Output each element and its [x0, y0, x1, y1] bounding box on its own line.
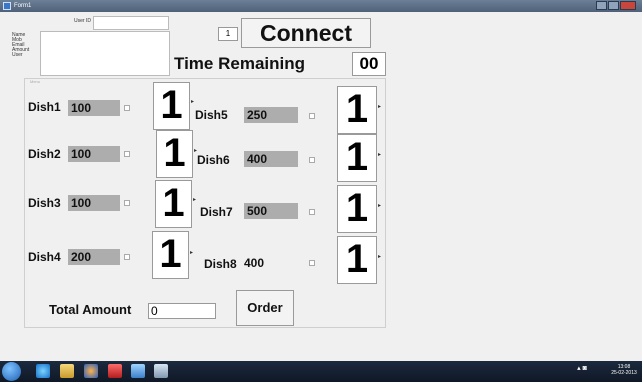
start-button[interactable]: [2, 362, 21, 381]
window-titlebar[interactable]: [0, 0, 642, 12]
tray-icons[interactable]: ▴ ◙: [576, 365, 588, 372]
menu-group-caption: Menu: [30, 79, 41, 84]
dish7-checkbox[interactable]: [309, 209, 315, 215]
ie-icon[interactable]: [36, 364, 50, 378]
dish3-checkbox[interactable]: [124, 200, 130, 206]
dish3-label: Dish3: [28, 196, 61, 210]
dish1-qty[interactable]: 1: [153, 82, 190, 130]
dish1-checkbox[interactable]: [124, 105, 130, 111]
dish5-spin-arrow-icon[interactable]: ▸: [376, 103, 383, 111]
app-icon: [3, 2, 11, 10]
media-player-icon[interactable]: [84, 364, 98, 378]
dish3-spin-arrow-icon[interactable]: ▸: [191, 196, 198, 204]
dish2-qty[interactable]: 1: [156, 130, 193, 178]
user-id-field[interactable]: [93, 16, 169, 30]
dish2-price: 100: [68, 146, 120, 162]
dish3-qty[interactable]: 1: [155, 180, 192, 228]
small-spinner[interactable]: 1: [218, 27, 238, 41]
connect-button[interactable]: Connect: [241, 18, 371, 48]
dish2-checkbox[interactable]: [124, 151, 130, 157]
dish6-price: 400: [244, 151, 298, 167]
dish3-price: 100: [68, 195, 120, 211]
minimize-button[interactable]: [596, 1, 607, 10]
dish8-label: Dish8: [204, 257, 237, 271]
dish8-price: 400: [244, 256, 265, 270]
dish6-checkbox[interactable]: [309, 157, 315, 163]
dish6-spin-arrow-icon[interactable]: ▸: [376, 151, 383, 159]
dish1-spin-arrow-icon[interactable]: ▸: [189, 98, 196, 106]
dish4-qty[interactable]: 1: [152, 231, 189, 279]
dish4-price: 200: [68, 249, 120, 265]
dish7-qty[interactable]: 1: [337, 185, 377, 233]
window-controls: [596, 1, 636, 10]
time-remaining-label: Time Remaining: [174, 54, 305, 73]
dish4-checkbox[interactable]: [124, 254, 130, 260]
dish8-spin-arrow-icon[interactable]: ▸: [376, 253, 383, 261]
close-button[interactable]: [619, 1, 636, 10]
dish5-price: 250: [244, 107, 298, 123]
dish8-checkbox[interactable]: [309, 260, 315, 266]
total-amount-field[interactable]: 0: [148, 303, 216, 319]
maximize-button[interactable]: [607, 1, 619, 10]
app-icon-red[interactable]: [108, 364, 122, 378]
form-taskbar-icon[interactable]: [154, 364, 168, 378]
dish7-price: 500: [244, 203, 298, 219]
user-label: User: [12, 52, 23, 58]
window-title: Form1: [14, 3, 32, 9]
taskbar-clock[interactable]: 13:08 25-02-2013: [608, 364, 640, 376]
dish4-label: Dish4: [28, 250, 61, 264]
order-button[interactable]: Order: [236, 290, 294, 326]
dish1-price: 100: [68, 100, 120, 116]
dish5-label: Dish5: [195, 108, 228, 122]
time-remaining-value: 00: [352, 52, 386, 76]
user-info-box[interactable]: [40, 31, 170, 76]
app-icon-blue[interactable]: [131, 364, 145, 378]
dish6-label: Dish6: [197, 153, 230, 167]
dish4-spin-arrow-icon[interactable]: ▸: [188, 249, 195, 257]
dish7-label: Dish7: [200, 205, 233, 219]
dish1-label: Dish1: [28, 100, 61, 114]
dish5-checkbox[interactable]: [309, 113, 315, 119]
dish8-qty[interactable]: 1: [337, 236, 377, 284]
dish7-spin-arrow-icon[interactable]: ▸: [376, 202, 383, 210]
dish2-label: Dish2: [28, 147, 61, 161]
dish5-qty[interactable]: 1: [337, 86, 377, 134]
folder-icon[interactable]: [60, 364, 74, 378]
clock-date: 25-02-2013: [611, 370, 637, 376]
dish6-qty[interactable]: 1: [337, 134, 377, 182]
total-amount-label: Total Amount: [49, 302, 132, 317]
user-id-label: User ID: [74, 18, 91, 24]
info-labels: Name Mob Email Amount User: [12, 33, 39, 58]
